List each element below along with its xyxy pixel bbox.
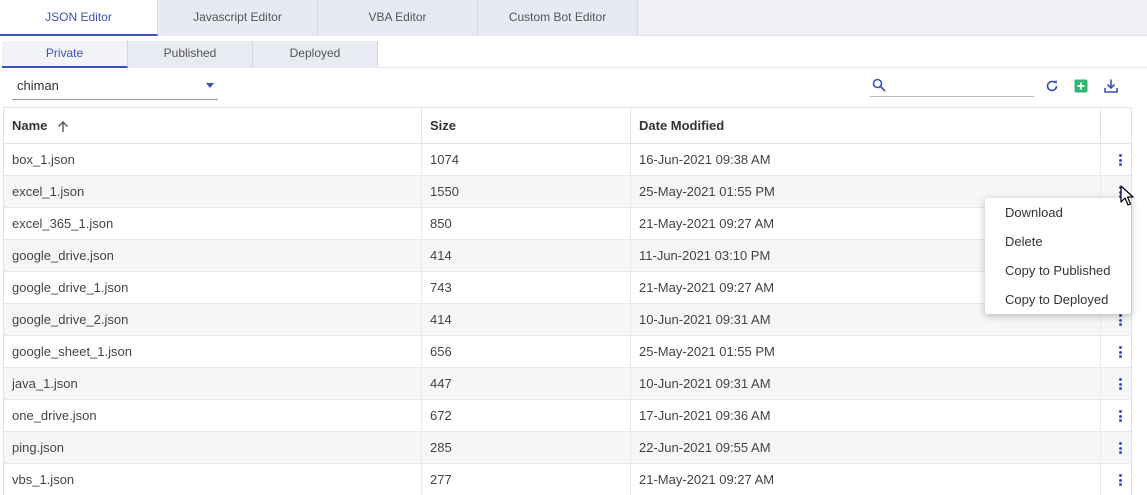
scope-tabs: Private Published Deployed bbox=[2, 41, 1147, 68]
search-input[interactable] bbox=[892, 77, 1030, 95]
row-actions-button[interactable] bbox=[1101, 368, 1133, 400]
date-modified-cell: 16-Jun-2021 09:38 AM bbox=[631, 144, 1101, 176]
more-vert-icon bbox=[1119, 410, 1122, 424]
add-icon[interactable] bbox=[1073, 78, 1089, 94]
search-icon bbox=[872, 78, 886, 92]
tab-javascript-editor[interactable]: Javascript Editor bbox=[158, 0, 318, 36]
more-vert-icon bbox=[1119, 314, 1122, 328]
file-name-cell: google_drive_1.json bbox=[4, 272, 422, 304]
sort-ascending-icon bbox=[58, 121, 69, 133]
file-name-cell: one_drive.json bbox=[4, 400, 422, 432]
table-header: Name Size Date Modified bbox=[4, 108, 1131, 144]
menu-item-copy-to-deployed[interactable]: Copy to Deployed bbox=[985, 285, 1131, 314]
tab-vba-editor[interactable]: VBA Editor bbox=[318, 0, 478, 36]
table-row[interactable]: excel_365_1.json 850 21-May-2021 09:27 AM bbox=[4, 208, 1131, 240]
table-row[interactable]: ping.json 285 22-Jun-2021 09:55 AM bbox=[4, 432, 1131, 464]
files-table: Name Size Date Modified box_1.json 1074 16… bbox=[3, 107, 1132, 495]
table-row[interactable]: box_1.json 1074 16-Jun-2021 09:38 AM bbox=[4, 144, 1131, 176]
file-size-cell: 743 bbox=[422, 272, 631, 304]
file-name-cell: google_drive_2.json bbox=[4, 304, 422, 336]
chevron-down-icon bbox=[206, 83, 214, 88]
table-body: box_1.json 1074 16-Jun-2021 09:38 AM excel_… bbox=[4, 144, 1131, 495]
row-context-menu: Download Delete Copy to Published Copy t… bbox=[985, 198, 1131, 314]
table-row[interactable]: one_drive.json 672 17-Jun-2021 09:36 AM bbox=[4, 400, 1131, 432]
menu-item-copy-to-published[interactable]: Copy to Published bbox=[985, 256, 1131, 285]
date-modified-cell: 21-May-2021 09:27 AM bbox=[631, 464, 1101, 495]
column-header-date[interactable]: Date Modified bbox=[631, 108, 1101, 144]
file-name-cell: excel_365_1.json bbox=[4, 208, 422, 240]
file-size-cell: 656 bbox=[422, 336, 631, 368]
menu-item-download[interactable]: Download bbox=[985, 198, 1131, 227]
file-name-cell: vbs_1.json bbox=[4, 464, 422, 495]
table-row[interactable]: vbs_1.json 277 21-May-2021 09:27 AM bbox=[4, 464, 1131, 495]
file-size-cell: 277 bbox=[422, 464, 631, 495]
column-header-name-label: Name bbox=[12, 118, 48, 133]
file-size-cell: 1550 bbox=[422, 176, 631, 208]
user-select[interactable]: chiman bbox=[12, 74, 218, 100]
more-vert-icon bbox=[1119, 474, 1122, 488]
row-actions-button[interactable] bbox=[1101, 464, 1133, 495]
file-size-cell: 1074 bbox=[422, 144, 631, 176]
date-modified-cell: 10-Jun-2021 09:31 AM bbox=[631, 368, 1101, 400]
file-name-cell: google_sheet_1.json bbox=[4, 336, 422, 368]
refresh-icon[interactable] bbox=[1044, 78, 1060, 94]
mouse-cursor-icon bbox=[1120, 185, 1134, 206]
more-vert-icon bbox=[1119, 442, 1122, 456]
file-size-cell: 850 bbox=[422, 208, 631, 240]
file-size-cell: 447 bbox=[422, 368, 631, 400]
more-vert-icon bbox=[1119, 378, 1122, 392]
more-vert-icon bbox=[1119, 346, 1122, 360]
more-vert-icon bbox=[1119, 154, 1122, 168]
file-name-cell: excel_1.json bbox=[4, 176, 422, 208]
file-size-cell: 672 bbox=[422, 400, 631, 432]
table-row[interactable]: java_1.json 447 10-Jun-2021 09:31 AM bbox=[4, 368, 1131, 400]
date-modified-cell: 17-Jun-2021 09:36 AM bbox=[631, 400, 1101, 432]
download-icon[interactable] bbox=[1103, 78, 1119, 94]
tab-deployed[interactable]: Deployed bbox=[253, 41, 378, 68]
table-row[interactable]: google_drive.json 414 11-Jun-2021 03:10 PM bbox=[4, 240, 1131, 272]
table-row[interactable]: google_drive_2.json 414 10-Jun-2021 09:31 … bbox=[4, 304, 1131, 336]
tab-json-editor[interactable]: JSON Editor bbox=[0, 0, 158, 36]
file-name-cell: java_1.json bbox=[4, 368, 422, 400]
table-row[interactable]: google_sheet_1.json 656 25-May-2021 01:55 … bbox=[4, 336, 1131, 368]
file-name-cell: google_drive.json bbox=[4, 240, 422, 272]
file-size-cell: 285 bbox=[422, 432, 631, 464]
file-size-cell: 414 bbox=[422, 240, 631, 272]
row-actions-button[interactable] bbox=[1101, 336, 1133, 368]
tab-custom-bot-editor[interactable]: Custom Bot Editor bbox=[478, 0, 638, 36]
row-actions-button[interactable] bbox=[1101, 432, 1133, 464]
menu-item-delete[interactable]: Delete bbox=[985, 227, 1131, 256]
user-select-value: chiman bbox=[17, 78, 59, 93]
file-name-cell: box_1.json bbox=[4, 144, 422, 176]
date-modified-cell: 25-May-2021 01:55 PM bbox=[631, 336, 1101, 368]
table-row[interactable]: google_drive_1.json 743 21-May-2021 09:27 … bbox=[4, 272, 1131, 304]
date-modified-cell: 22-Jun-2021 09:55 AM bbox=[631, 432, 1101, 464]
search-box bbox=[870, 76, 1034, 97]
file-size-cell: 414 bbox=[422, 304, 631, 336]
file-name-cell: ping.json bbox=[4, 432, 422, 464]
column-header-actions bbox=[1101, 108, 1133, 144]
row-actions-button[interactable] bbox=[1101, 400, 1133, 432]
tab-private[interactable]: Private bbox=[2, 41, 128, 68]
editor-tabs: JSON Editor Javascript Editor VBA Editor… bbox=[0, 0, 1147, 36]
table-row[interactable]: excel_1.json 1550 25-May-2021 01:55 PM bbox=[4, 176, 1131, 208]
tab-published[interactable]: Published bbox=[128, 41, 253, 68]
column-header-name[interactable]: Name bbox=[4, 108, 422, 144]
column-header-size[interactable]: Size bbox=[422, 108, 631, 144]
row-actions-button[interactable] bbox=[1101, 144, 1133, 176]
